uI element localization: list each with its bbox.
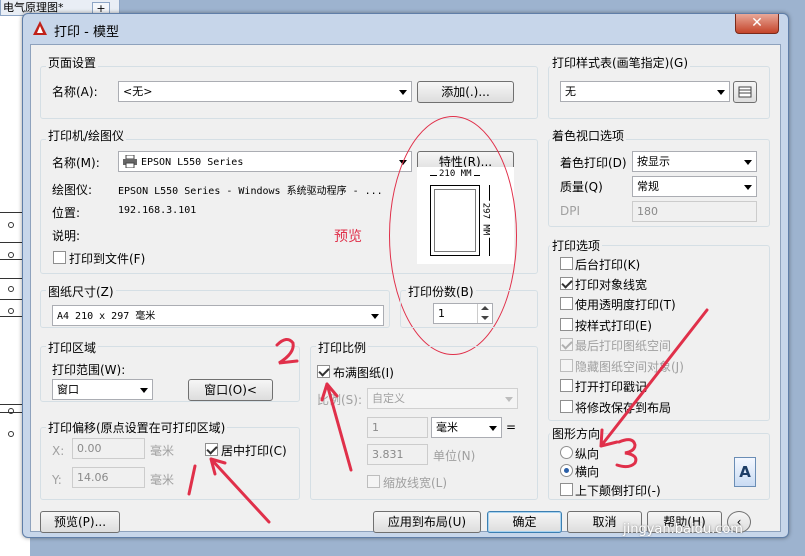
annotation-arrow-2 bbox=[320, 382, 353, 472]
annotation-number-1 bbox=[187, 464, 197, 496]
watermark: jingyan.baidu.com bbox=[623, 522, 743, 537]
annotation-overlay bbox=[187, 308, 709, 524]
annotation-arrow-1 bbox=[209, 457, 271, 524]
annotation-number-2 bbox=[275, 338, 299, 365]
print-dialog: 打印 - 模型 ✕ 页面设置 名称(A): <无> 添加(.)... 打印机/绘… bbox=[22, 13, 789, 538]
annotation-number-3 bbox=[615, 438, 638, 469]
annotation-arrow-3 bbox=[599, 308, 709, 448]
